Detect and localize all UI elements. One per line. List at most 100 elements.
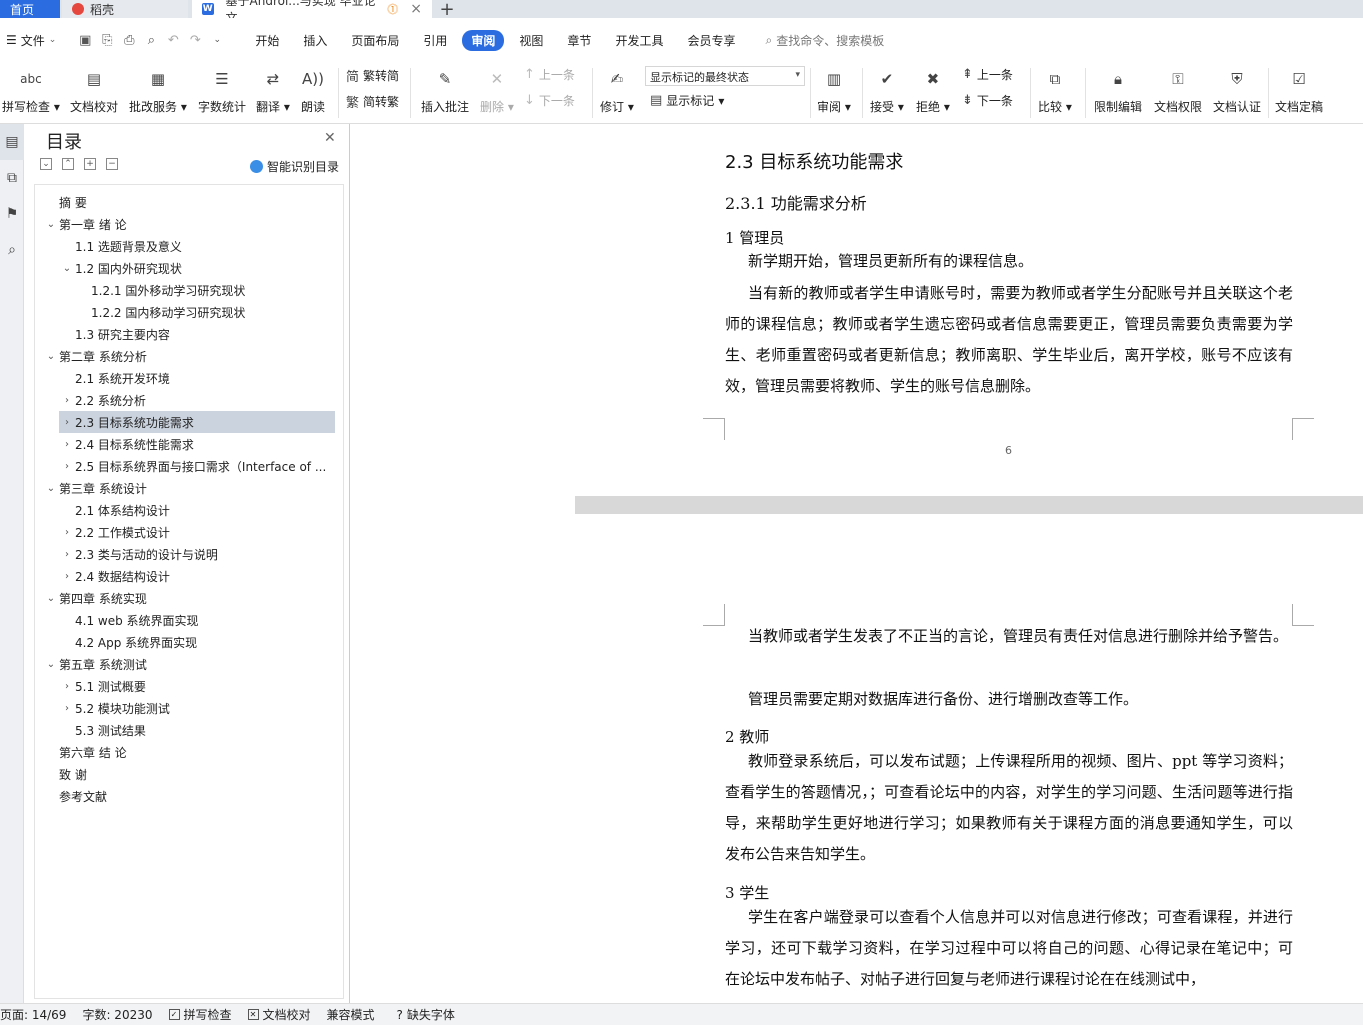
translate-button[interactable]: ⇄ 翻译 ▾ [256, 66, 290, 115]
reject-button[interactable]: ✖ 拒绝 ▾ [916, 66, 950, 115]
chevron-down-icon[interactable]: ⌄ [43, 483, 59, 494]
toc-item[interactable]: 第六章 结 论 [43, 741, 335, 763]
prev-comment-button[interactable]: ↑ 上一条 [524, 66, 575, 83]
toc-item[interactable]: › 5.2 模块功能测试 [59, 697, 335, 719]
menu-section[interactable]: 章节 [558, 30, 600, 51]
command-search[interactable]: ⌕ 查找命令、搜索模板 [765, 32, 884, 49]
chevron-down-icon[interactable]: ⌄ [43, 219, 59, 230]
doc-permission-button[interactable]: ⚿ 文档权限 [1154, 66, 1202, 115]
redo-icon[interactable]: ↷ [186, 31, 204, 49]
toc-item[interactable]: › 2.3 目标系统功能需求 [59, 411, 335, 433]
toc-item[interactable]: › 2.4 目标系统性能需求 [59, 433, 335, 455]
next-change-button[interactable]: ⇟ 下一条 [962, 92, 1013, 109]
toc-item[interactable]: 1.3 研究主要内容 [59, 323, 335, 345]
close-icon[interactable]: ✕ [324, 130, 336, 146]
toc-item[interactable]: 1.2.1 国外移动学习研究现状 [75, 279, 335, 301]
doc-final-button[interactable]: ☑ 文档定稿 [1275, 66, 1323, 115]
toc-item[interactable]: ⌄ 第四章 系统实现 [43, 587, 335, 609]
toc-item[interactable]: 2.1 系统开发环境 [59, 367, 335, 389]
tab-home[interactable]: 首页 [0, 0, 60, 18]
word-count-button[interactable]: ☰ 字数统计 [198, 66, 246, 115]
chevron-right-icon[interactable]: › [59, 571, 75, 582]
tab-document[interactable]: W 基于Androi...与实现 毕业论文 ⓵ × [192, 0, 432, 25]
toc-item[interactable]: 1.1 选题背景及意义 [59, 235, 335, 257]
expand-up-icon[interactable]: ⌃ [62, 158, 74, 170]
doc-proofread-button[interactable]: ▤ 文档校对 [70, 66, 118, 115]
toc-item[interactable]: ⌄ 第二章 系统分析 [43, 345, 335, 367]
missing-font-indicator[interactable]: ? 缺失字体 [397, 1006, 465, 1023]
spell-check-toggle[interactable]: ✓ 拼写检查 [168, 1006, 242, 1023]
spell-check-button[interactable]: abc 拼写检查 ▾ [2, 66, 60, 115]
search-icon[interactable]: ⌕ [0, 232, 24, 268]
collapse-all-icon[interactable]: ⌄ [40, 158, 52, 170]
menu-insert[interactable]: 插入 [294, 30, 336, 51]
menu-review[interactable]: 审阅 [462, 29, 505, 51]
save-icon[interactable]: ▣ [76, 31, 94, 49]
chevron-right-icon[interactable]: › [59, 681, 75, 692]
menu-references[interactable]: 引用 [414, 30, 456, 51]
chevron-right-icon[interactable]: › [59, 703, 75, 714]
toc-item[interactable]: 致 谢 [43, 763, 335, 785]
toc-item[interactable]: ⌄ 第一章 绪 论 [43, 213, 335, 235]
ai-toc-button[interactable]: 智能识别目录 [250, 158, 339, 175]
doc-cert-button[interactable]: ⛨ 文档认证 [1213, 66, 1261, 115]
track-changes-button[interactable]: ✍ 修订 ▾ [600, 66, 634, 115]
chevron-down-icon[interactable]: ⌄ [59, 263, 75, 274]
toc-item[interactable]: ⌄ 1.2 国内外研究现状 [59, 257, 335, 279]
toc-item[interactable]: ⌄ 第三章 系统设计 [43, 477, 335, 499]
toc-item[interactable]: › 5.1 测试概要 [59, 675, 335, 697]
menu-view[interactable]: 视图 [510, 30, 552, 51]
compare-button[interactable]: ⧉ 比较 ▾ [1038, 66, 1072, 115]
word-count-indicator[interactable]: 字数: 20230 [82, 1006, 162, 1023]
new-tab-button[interactable]: + [432, 0, 462, 20]
to-simplified-button[interactable]: 简 繁转简 [346, 66, 399, 85]
toc-item[interactable]: 2.1 体系结构设计 [59, 499, 335, 521]
toc-item[interactable]: › 2.4 数据结构设计 [59, 565, 335, 587]
prev-change-button[interactable]: ⇞ 上一条 [962, 66, 1013, 83]
chevron-right-icon[interactable]: › [59, 527, 75, 538]
toc-panel-icon[interactable]: ▤ [0, 124, 24, 160]
toc-item[interactable]: › 2.3 类与活动的设计与说明 [59, 543, 335, 565]
chevron-right-icon[interactable]: › [59, 395, 75, 406]
toc-item[interactable]: 摘 要 [43, 191, 335, 213]
chevron-down-icon[interactable]: ⌄ [43, 351, 59, 362]
document-page[interactable]: 当教师或者学生发表了不正当的言论，管理员有责任对信息进行删除并给予警告。 管理员… [575, 514, 1363, 1003]
toc-item[interactable]: 参考文献 [43, 785, 335, 807]
toc-item[interactable]: 4.1 web 系统界面实现 [59, 609, 335, 631]
toc-item[interactable]: ⌄ 第五章 系统测试 [43, 653, 335, 675]
menu-developer[interactable]: 开发工具 [606, 30, 672, 51]
chevron-right-icon[interactable]: › [59, 461, 75, 472]
remove-heading-icon[interactable]: − [106, 158, 118, 170]
menu-page-layout[interactable]: 页面布局 [342, 30, 408, 51]
format-painter-icon[interactable]: ⎘ [98, 31, 116, 49]
toc-item[interactable]: 4.2 App 系统界面实现 [59, 631, 335, 653]
bookmark-icon[interactable]: ⚑ [0, 196, 24, 232]
next-comment-button[interactable]: ↓ 下一条 [524, 92, 575, 109]
markup-state-select[interactable]: 显示标记的最终状态 ▾ [645, 66, 805, 86]
menu-member[interactable]: 会员专享 [678, 30, 744, 51]
warning-icon[interactable]: ⓵ [387, 1, 398, 17]
add-heading-icon[interactable]: + [84, 158, 96, 170]
print-icon[interactable]: ⎙ [120, 31, 138, 49]
file-menu[interactable]: ☰ 文件 ⌄ [0, 32, 62, 49]
chevron-down-icon[interactable]: ⌄ [43, 659, 59, 670]
print-preview-icon[interactable]: ⌕ [142, 31, 160, 49]
restrict-edit-button[interactable]: 🔒︎ 限制编辑 [1094, 66, 1142, 115]
chevron-down-icon[interactable]: ⌄ [43, 593, 59, 604]
close-icon[interactable]: × [410, 1, 422, 17]
menu-start[interactable]: 开始 [246, 30, 288, 51]
page-indicator[interactable]: 页面: 14/69 [0, 1006, 76, 1023]
chevron-right-icon[interactable]: › [59, 439, 75, 450]
chevron-right-icon[interactable]: › [59, 417, 75, 428]
insert-comment-button[interactable]: ✎ 插入批注 [421, 66, 469, 115]
chevron-right-icon[interactable]: › [59, 549, 75, 560]
compat-mode[interactable]: 兼容模式 [327, 1006, 385, 1023]
batch-service-button[interactable]: ▦ 批改服务 ▾ [129, 66, 187, 115]
document-page[interactable]: 2.3 目标系统功能需求 2.3.1 功能需求分析 1 管理员 新学期开始，管理… [575, 124, 1363, 496]
undo-icon[interactable]: ↶ [164, 31, 182, 49]
chapter-nav-icon[interactable]: ⧉ [0, 160, 24, 196]
toc-item[interactable]: › 2.2 系统分析 [59, 389, 335, 411]
customize-icon[interactable]: ⌄ [208, 31, 226, 49]
proofread-toggle[interactable]: ✕ 文档校对 [247, 1006, 321, 1023]
delete-comment-button[interactable]: ✕ 删除 ▾ [480, 66, 514, 115]
